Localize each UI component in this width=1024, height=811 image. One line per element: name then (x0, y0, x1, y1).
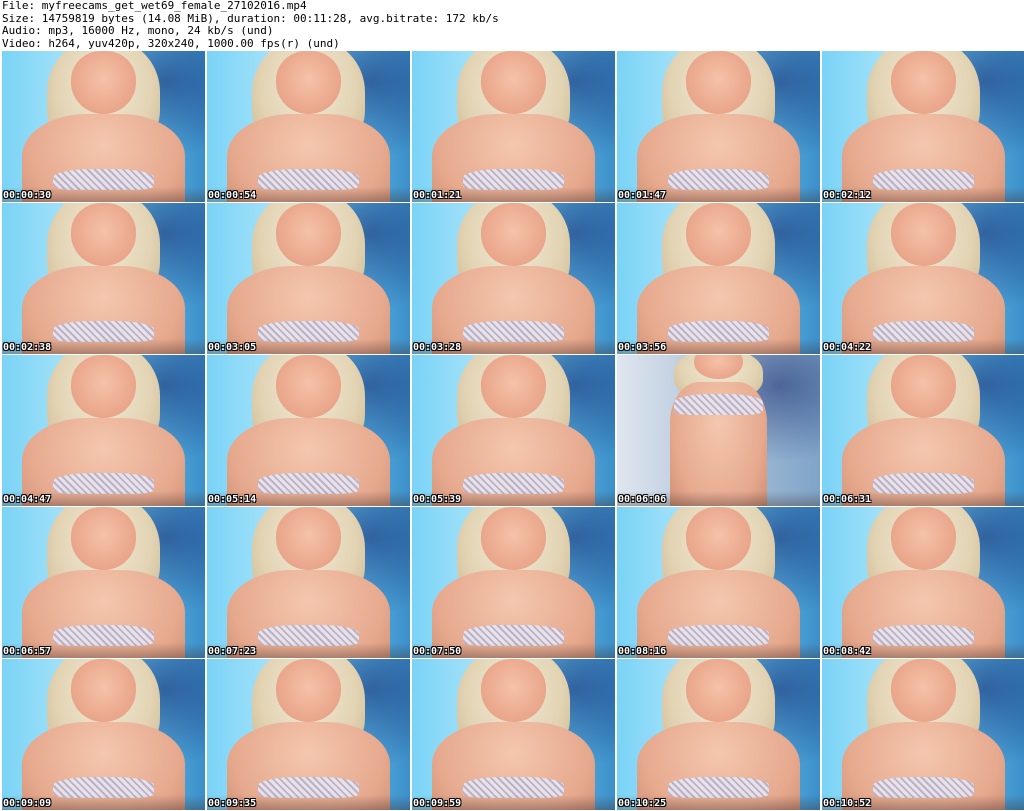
thumbnail-timestamp: 00:09:35 (208, 798, 257, 809)
thumbnail-timestamp: 00:08:16 (618, 646, 667, 657)
thumbnail: 00:03:05 (207, 203, 410, 354)
thumbnail: 00:01:47 (617, 51, 820, 202)
thumbnail-timestamp: 00:02:38 (3, 342, 52, 353)
thumbnail: 00:03:28 (412, 203, 615, 354)
thumbnail: 00:03:56 (617, 203, 820, 354)
thumbnail: 00:02:12 (822, 51, 1024, 202)
thumbnail-timestamp: 00:07:50 (413, 646, 462, 657)
thumbnail: 00:10:25 (617, 659, 820, 810)
thumbnail: 00:08:42 (822, 507, 1024, 658)
thumbnail-timestamp: 00:02:12 (823, 190, 872, 201)
thumbnail: 00:05:14 (207, 355, 410, 506)
thumbnail-timestamp: 00:07:23 (208, 646, 257, 657)
thumbnail-timestamp: 00:00:54 (208, 190, 257, 201)
thumbnail-timestamp: 00:10:52 (823, 798, 872, 809)
thumbnail: 00:04:22 (822, 203, 1024, 354)
thumbnail: 00:09:35 (207, 659, 410, 810)
thumbnail-timestamp: 00:03:28 (413, 342, 462, 353)
thumbnail: 00:06:06 (617, 355, 820, 506)
thumbnail-grid: 00:00:30 00:00:54 00:01:21 00:01:47 00:0… (2, 51, 1024, 810)
thumbnail: 00:01:21 (412, 51, 615, 202)
thumbnail-timestamp: 00:09:59 (413, 798, 462, 809)
file-info-header: File: myfreecams_get_wet69_female_271020… (2, 0, 1022, 50)
thumbnail-timestamp: 00:03:05 (208, 342, 257, 353)
thumbnail-timestamp: 00:08:42 (823, 646, 872, 657)
thumbnail-timestamp: 00:05:14 (208, 494, 257, 505)
thumbnail-timestamp: 00:01:47 (618, 190, 667, 201)
thumbnail-timestamp: 00:05:39 (413, 494, 462, 505)
thumbnail: 00:09:09 (2, 659, 205, 810)
thumbnail: 00:00:54 (207, 51, 410, 202)
thumbnail-timestamp: 00:00:30 (3, 190, 52, 201)
thumbnail: 00:04:47 (2, 355, 205, 506)
thumbnail: 00:08:16 (617, 507, 820, 658)
thumbnail: 00:07:23 (207, 507, 410, 658)
thumbnail: 00:00:30 (2, 51, 205, 202)
thumbnail-timestamp: 00:06:57 (3, 646, 52, 657)
thumbnail-timestamp: 00:06:31 (823, 494, 872, 505)
thumbnail-timestamp: 00:09:09 (3, 798, 52, 809)
thumbnail: 00:06:31 (822, 355, 1024, 506)
thumbnail-timestamp: 00:04:22 (823, 342, 872, 353)
thumbnail: 00:10:52 (822, 659, 1024, 810)
file-name-line: File: myfreecams_get_wet69_female_271020… (2, 0, 307, 12)
thumbnail: 00:06:57 (2, 507, 205, 658)
thumbnail: 00:05:39 (412, 355, 615, 506)
thumbnail: 00:09:59 (412, 659, 615, 810)
thumbnail-timestamp: 00:03:56 (618, 342, 667, 353)
thumbnail-timestamp: 00:10:25 (618, 798, 667, 809)
audio-info-line: Audio: mp3, 16000 Hz, mono, 24 kb/s (und… (2, 24, 274, 37)
video-info-line: Video: h264, yuv420p, 320x240, 1000.00 f… (2, 36, 340, 50)
thumbnail-timestamp: 00:01:21 (413, 190, 462, 201)
thumbnail: 00:07:50 (412, 507, 615, 658)
thumbnail: 00:02:38 (2, 203, 205, 354)
thumbnail-timestamp: 00:06:06 (618, 494, 667, 505)
thumbnail-timestamp: 00:04:47 (3, 494, 52, 505)
